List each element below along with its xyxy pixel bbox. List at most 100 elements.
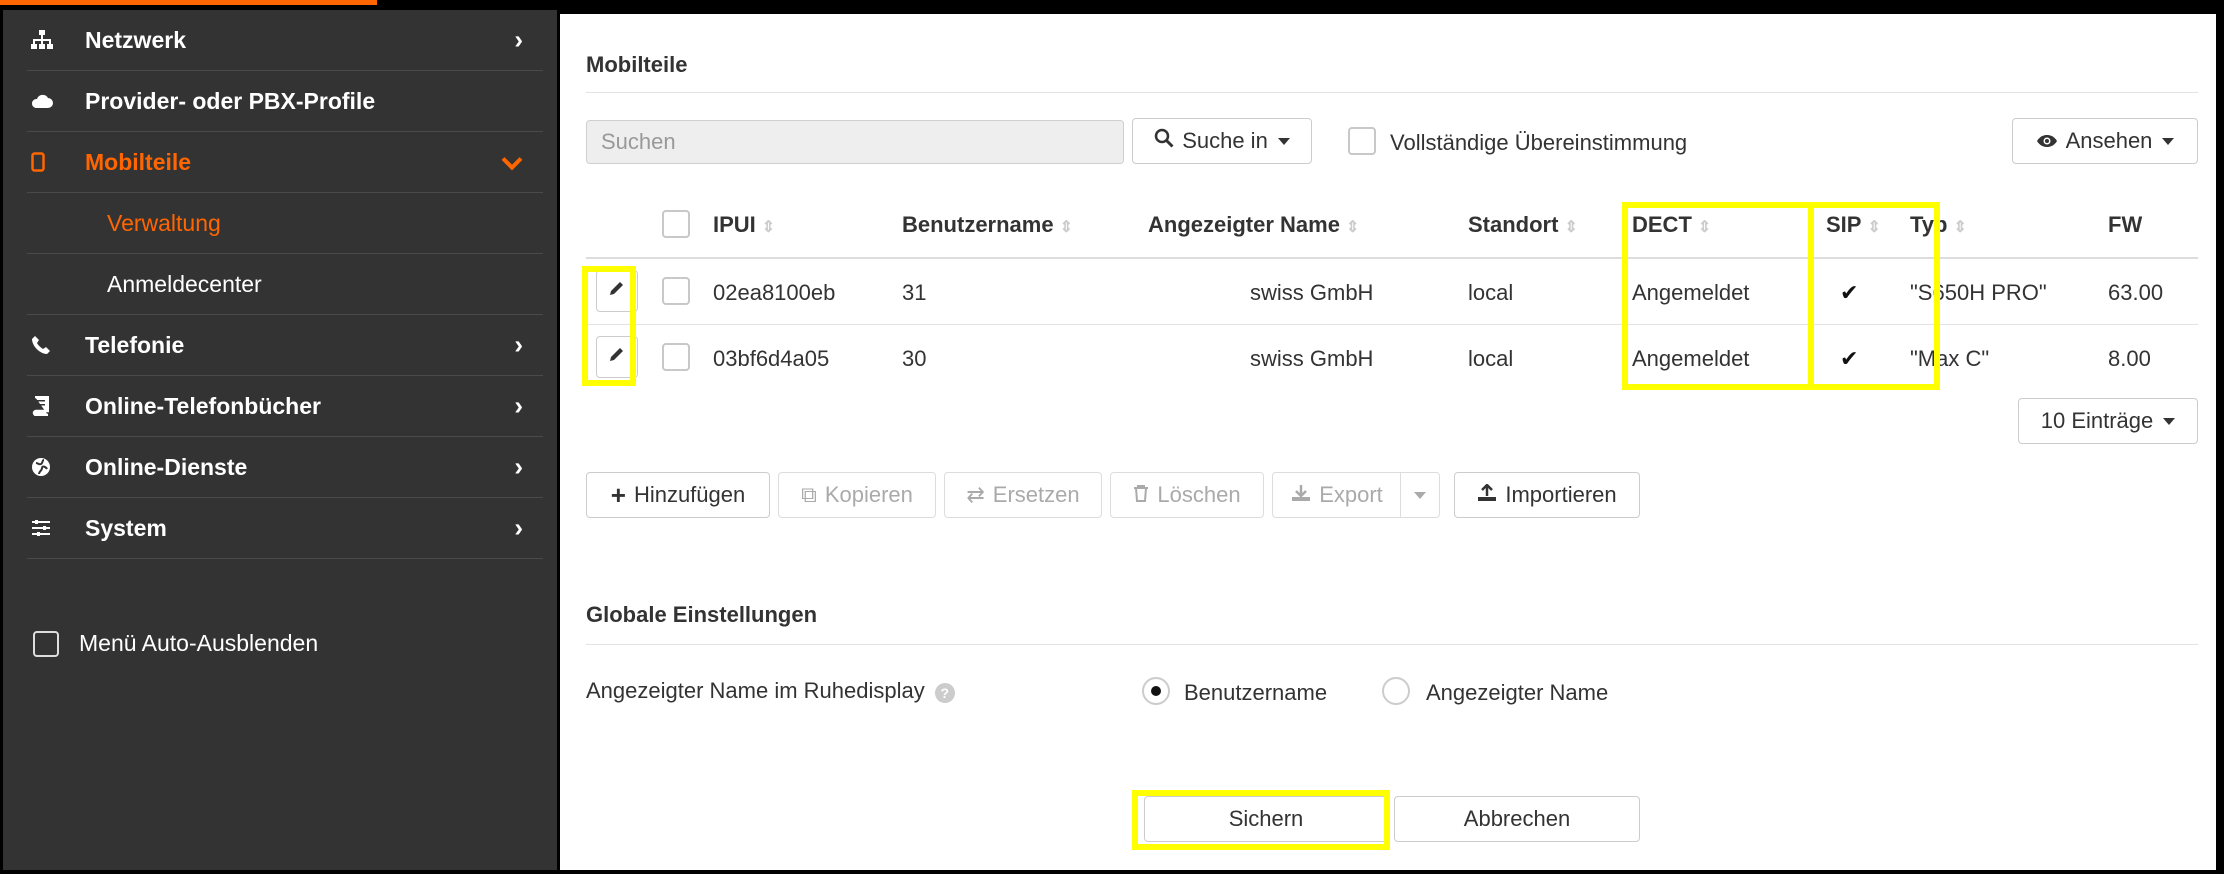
download-icon [1291,482,1311,508]
chevron-right-icon: › [514,451,523,482]
caret-down-icon [1414,491,1426,499]
sidebar-item-mobilteile[interactable]: Mobilteile [27,132,543,193]
sidebar-item-label: Telefonie [85,331,185,358]
highlight-edit-buttons [582,266,636,386]
trash-icon [1133,482,1149,508]
sidebar-subitem-anmeldecenter[interactable]: Anmeldecenter [27,254,543,315]
sidebar-item-telefonie[interactable]: Telefonie › [27,315,543,376]
phone-icon [27,335,85,355]
help-icon[interactable]: ? [934,683,955,703]
autohide-checkbox[interactable] [33,630,59,657]
column-header-label: FW [2108,212,2143,237]
copy-label: Kopieren [824,482,913,507]
sort-icon: ⇕ [761,219,776,236]
radio-angezeigter-name[interactable] [1382,677,1410,705]
cloud-icon [27,93,85,109]
radio-label-angezeigter-name: Angezeigter Name [1426,680,1609,705]
cell-benutzername: 30 [902,346,927,371]
cell-benutzername: 31 [902,280,927,305]
chevron-right-icon: › [514,24,523,55]
export-dropdown-toggle[interactable] [1400,472,1440,518]
sort-icon: ⇕ [1345,219,1360,236]
top-accent-bar [0,0,377,5]
row-checkbox[interactable] [662,277,690,305]
sidebar-item-online-dienste[interactable]: Online-Dienste › [27,437,543,498]
column-header-fw[interactable]: FW [2108,212,2142,238]
add-label: Hinzufügen [633,482,746,507]
cell-angezeigter-name: swiss GmbH [1250,280,1374,305]
entries-per-page-dropdown[interactable]: 10 Einträge [2018,398,2198,444]
cell-standort: local [1468,346,1514,371]
sidebar-item-label: Provider- oder PBX-Profile [85,87,376,114]
cell-standort: local [1468,280,1514,305]
cell-angezeigter-name: swiss GmbH [1250,346,1374,371]
divider [586,644,2198,645]
select-all-checkbox[interactable] [662,210,690,238]
table-header-divider [586,257,2198,259]
delete-label: Löschen [1157,482,1241,507]
export-button[interactable]: Export [1272,472,1402,518]
sidebar-subitem-verwaltung[interactable]: Verwaltung [27,193,543,254]
column-header-ipui[interactable]: IPUI ⇕ [713,212,775,238]
cancel-label: Abbrechen [1463,806,1571,831]
sidebar-item-label: Mobilteile [85,148,192,175]
sidebar-item-provider[interactable]: Provider- oder PBX-Profile [27,71,543,132]
display-name-setting-label: Angezeigter Name im Ruhedisplay? [586,678,955,704]
sidebar-item-online-telefonbuecher[interactable]: Online-Telefonbücher › [27,376,543,437]
radio-label-benutzername: Benutzername [1184,680,1328,705]
handset-icon [27,152,85,172]
column-header-benutzername[interactable]: Benutzername ⇕ [902,212,1073,238]
sort-icon: ⇕ [1564,219,1578,236]
divider [586,92,2198,93]
row-divider [586,324,2198,325]
autohide-toggle[interactable]: Menü Auto-Ausblenden [33,630,318,657]
sort-icon: ⇕ [1953,219,1967,236]
add-button[interactable]: + Hinzufügen [586,472,770,518]
highlight-dect-sip-columns [1622,202,1940,390]
highlight-save-button [1132,790,1390,850]
column-header-label: Benutzername [902,212,1054,237]
search-in-dropdown[interactable]: Suche in [1132,118,1312,164]
sidebar-menu: Netzwerk › Provider- oder PBX-Profile Mo… [27,10,543,559]
top-bar [377,0,2224,10]
global-settings-title: Globale Einstellungen [586,602,818,627]
delete-button[interactable]: Löschen [1110,472,1264,518]
plus-icon: + [610,479,626,510]
sidebar-item-netzwerk[interactable]: Netzwerk › [27,10,543,71]
entries-label: 10 Einträge [2040,408,2154,433]
sliders-icon [27,519,85,537]
import-button[interactable]: Importieren [1454,472,1640,518]
caret-down-icon [2162,137,2175,145]
column-header-standort[interactable]: Standort ⇕ [1468,212,1578,238]
exact-match-checkbox[interactable] [1348,127,1376,155]
view-dropdown[interactable]: Ansehen [2012,118,2198,164]
search-input[interactable] [586,120,1124,164]
upload-icon [1477,482,1497,508]
import-label: Importieren [1505,482,1617,507]
sidebar-item-label: Online-Telefonbücher [85,392,321,419]
column-header-label: Standort [1468,212,1559,237]
export-label: Export [1319,482,1383,507]
cell-ipui: 03bf6d4a05 [713,346,830,371]
column-header-label: IPUI [713,212,756,237]
row-checkbox[interactable] [662,343,690,371]
sort-icon: ⇕ [1059,219,1073,236]
book-icon [27,396,85,416]
cell-fw: 63.00 [2108,280,2164,305]
globe-icon [27,457,85,477]
copy-button[interactable]: ⧉ Kopieren [778,472,936,518]
swap-icon: ⇄ [966,482,985,507]
column-header-angezeigter-name[interactable]: Angezeigter Name ⇕ [1148,212,1359,238]
replace-button[interactable]: ⇄ Ersetzen [944,472,1102,518]
cell-fw: 8.00 [2108,346,2151,371]
chevron-down-icon [501,147,523,178]
sidebar-item-system[interactable]: System › [27,498,543,559]
replace-label: Ersetzen [992,482,1080,507]
autohide-label: Menü Auto-Ausblenden [79,630,319,656]
exact-match-label: Vollständige Übereinstimmung [1390,130,1688,155]
view-label: Ansehen [2065,128,2153,153]
radio-benutzername[interactable] [1142,677,1170,705]
cancel-button[interactable]: Abbrechen [1394,796,1640,842]
column-header-label: Angezeigter Name [1148,212,1340,237]
chevron-right-icon: › [514,390,523,421]
